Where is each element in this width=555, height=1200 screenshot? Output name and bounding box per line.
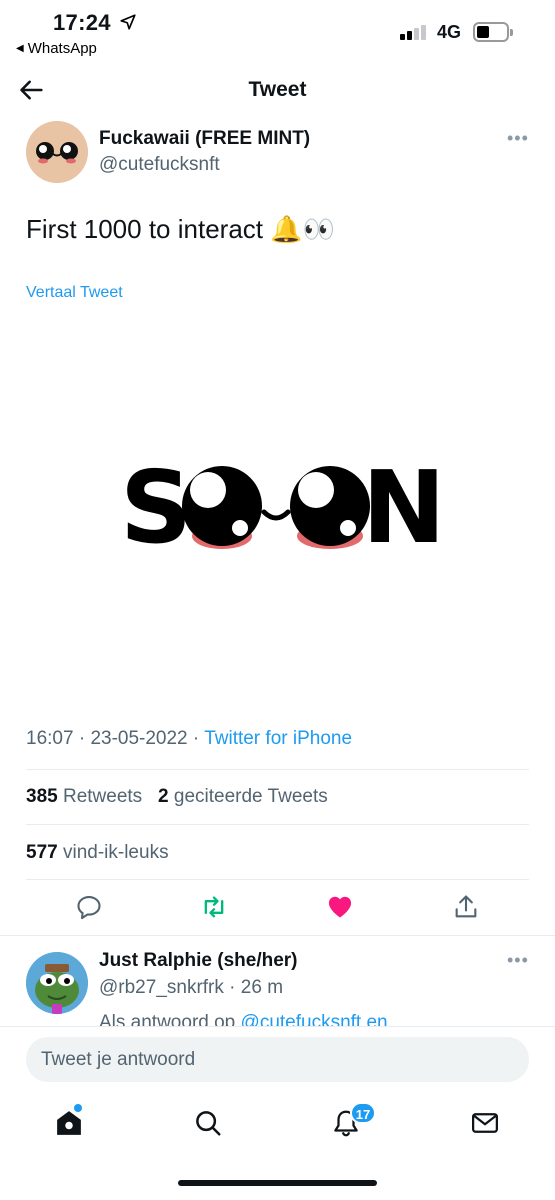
retweets-stat[interactable]: 385 Retweets (26, 786, 142, 807)
likes-stat[interactable]: 577 vind-ik-leuks (26, 842, 169, 864)
divider (26, 879, 529, 880)
tweet-time: 16:07 (26, 728, 74, 749)
author-avatar[interactable] (26, 121, 88, 183)
reply-author-meta: @rb27_snkrfrk · 26 m (99, 977, 284, 998)
media-eye-right (290, 466, 370, 546)
back-to-app-link[interactable]: ◀ WhatsApp (16, 40, 97, 57)
divider (26, 769, 529, 770)
signal-icon (400, 25, 426, 40)
like-icon[interactable] (326, 893, 354, 921)
mail-icon[interactable] (470, 1108, 500, 1138)
reply-mention-link[interactable]: @cutefucksnft en (241, 1012, 388, 1026)
back-triangle-icon: ◀ (16, 43, 24, 54)
reply-author-avatar[interactable] (26, 952, 88, 1014)
reply-input[interactable] (26, 1037, 529, 1082)
notifications-badge: 17 (350, 1102, 376, 1124)
media-letter-s: S (120, 449, 192, 566)
media-mouth (261, 509, 291, 521)
more-dots-icon[interactable]: ••• (507, 128, 529, 149)
translate-tweet-link[interactable]: Vertaal Tweet (26, 284, 123, 302)
retweet-stats: 385 Retweets 2 geciteerde Tweets (26, 786, 328, 808)
location-arrow-icon (120, 14, 136, 30)
author-handle[interactable]: @cutefucksnft (99, 154, 220, 176)
tweet-text: First 1000 to interact 🔔👀 (26, 214, 335, 244)
tweet-client-link[interactable]: Twitter for iPhone (204, 728, 352, 749)
retweet-icon[interactable] (200, 893, 228, 921)
reply-context: Als antwoord op @cutefucksnft en (99, 1012, 388, 1026)
battery-tip (510, 29, 513, 36)
tweet-media-image[interactable]: S N (0, 320, 555, 710)
frog-avatar-icon (26, 952, 88, 1014)
share-icon[interactable] (452, 893, 480, 921)
media-letter-n: N (362, 449, 446, 566)
reply-icon[interactable] (75, 893, 103, 921)
page-title: Tweet (248, 78, 307, 101)
avatar-face-icon (26, 121, 88, 183)
tweet-date: 23-05-2022 (90, 728, 188, 749)
quotes-stat[interactable]: 2 geciteerde Tweets (158, 786, 328, 807)
home-unread-dot (74, 1104, 82, 1112)
media-eye-left (182, 466, 262, 546)
home-indicator[interactable] (178, 1180, 377, 1186)
reply-author-handle[interactable]: @rb27_snkrfrk (99, 977, 224, 998)
reply-time: 26 m (240, 977, 284, 998)
search-icon[interactable] (193, 1108, 223, 1138)
divider (26, 824, 529, 825)
author-name[interactable]: Fuckawaii (FREE MINT) (99, 128, 310, 150)
home-icon[interactable] (54, 1108, 84, 1138)
battery-icon (473, 22, 509, 42)
section-divider (0, 935, 555, 936)
back-app-label: WhatsApp (27, 40, 97, 57)
status-time: 17:24 (53, 10, 111, 35)
tweet-meta: 16:07 · 23-05-2022 · Twitter for iPhone (26, 728, 353, 749)
reply-author-name[interactable]: Just Ralphie (she/her) (99, 950, 298, 972)
reply-more-dots-icon[interactable]: ••• (507, 950, 529, 971)
network-label: 4G (437, 22, 462, 42)
